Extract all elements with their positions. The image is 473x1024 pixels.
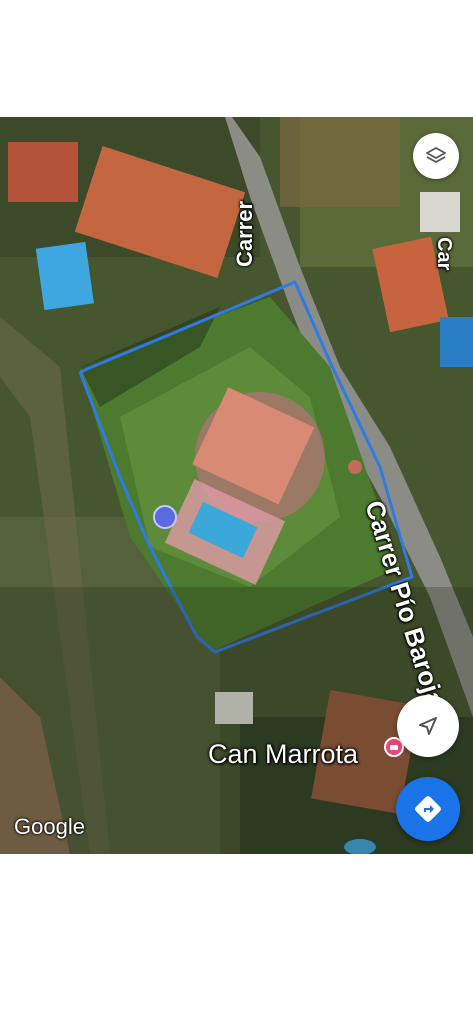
locate-button[interactable] xyxy=(397,695,459,757)
street-label-carrer: Carrer xyxy=(232,200,257,267)
poi-label[interactable]: Can Marrota xyxy=(208,739,358,770)
street-label-car: Car xyxy=(433,237,455,271)
navigation-arrow-icon xyxy=(419,717,437,735)
directions-button[interactable] xyxy=(396,777,460,841)
layers-icon xyxy=(426,147,446,163)
satellite-map[interactable]: Carrer Car Carrer Pío Baroja Can Marrota… xyxy=(0,117,473,854)
directions-icon xyxy=(415,796,441,822)
layers-button[interactable] xyxy=(413,133,459,179)
google-attribution: Google xyxy=(14,814,85,839)
